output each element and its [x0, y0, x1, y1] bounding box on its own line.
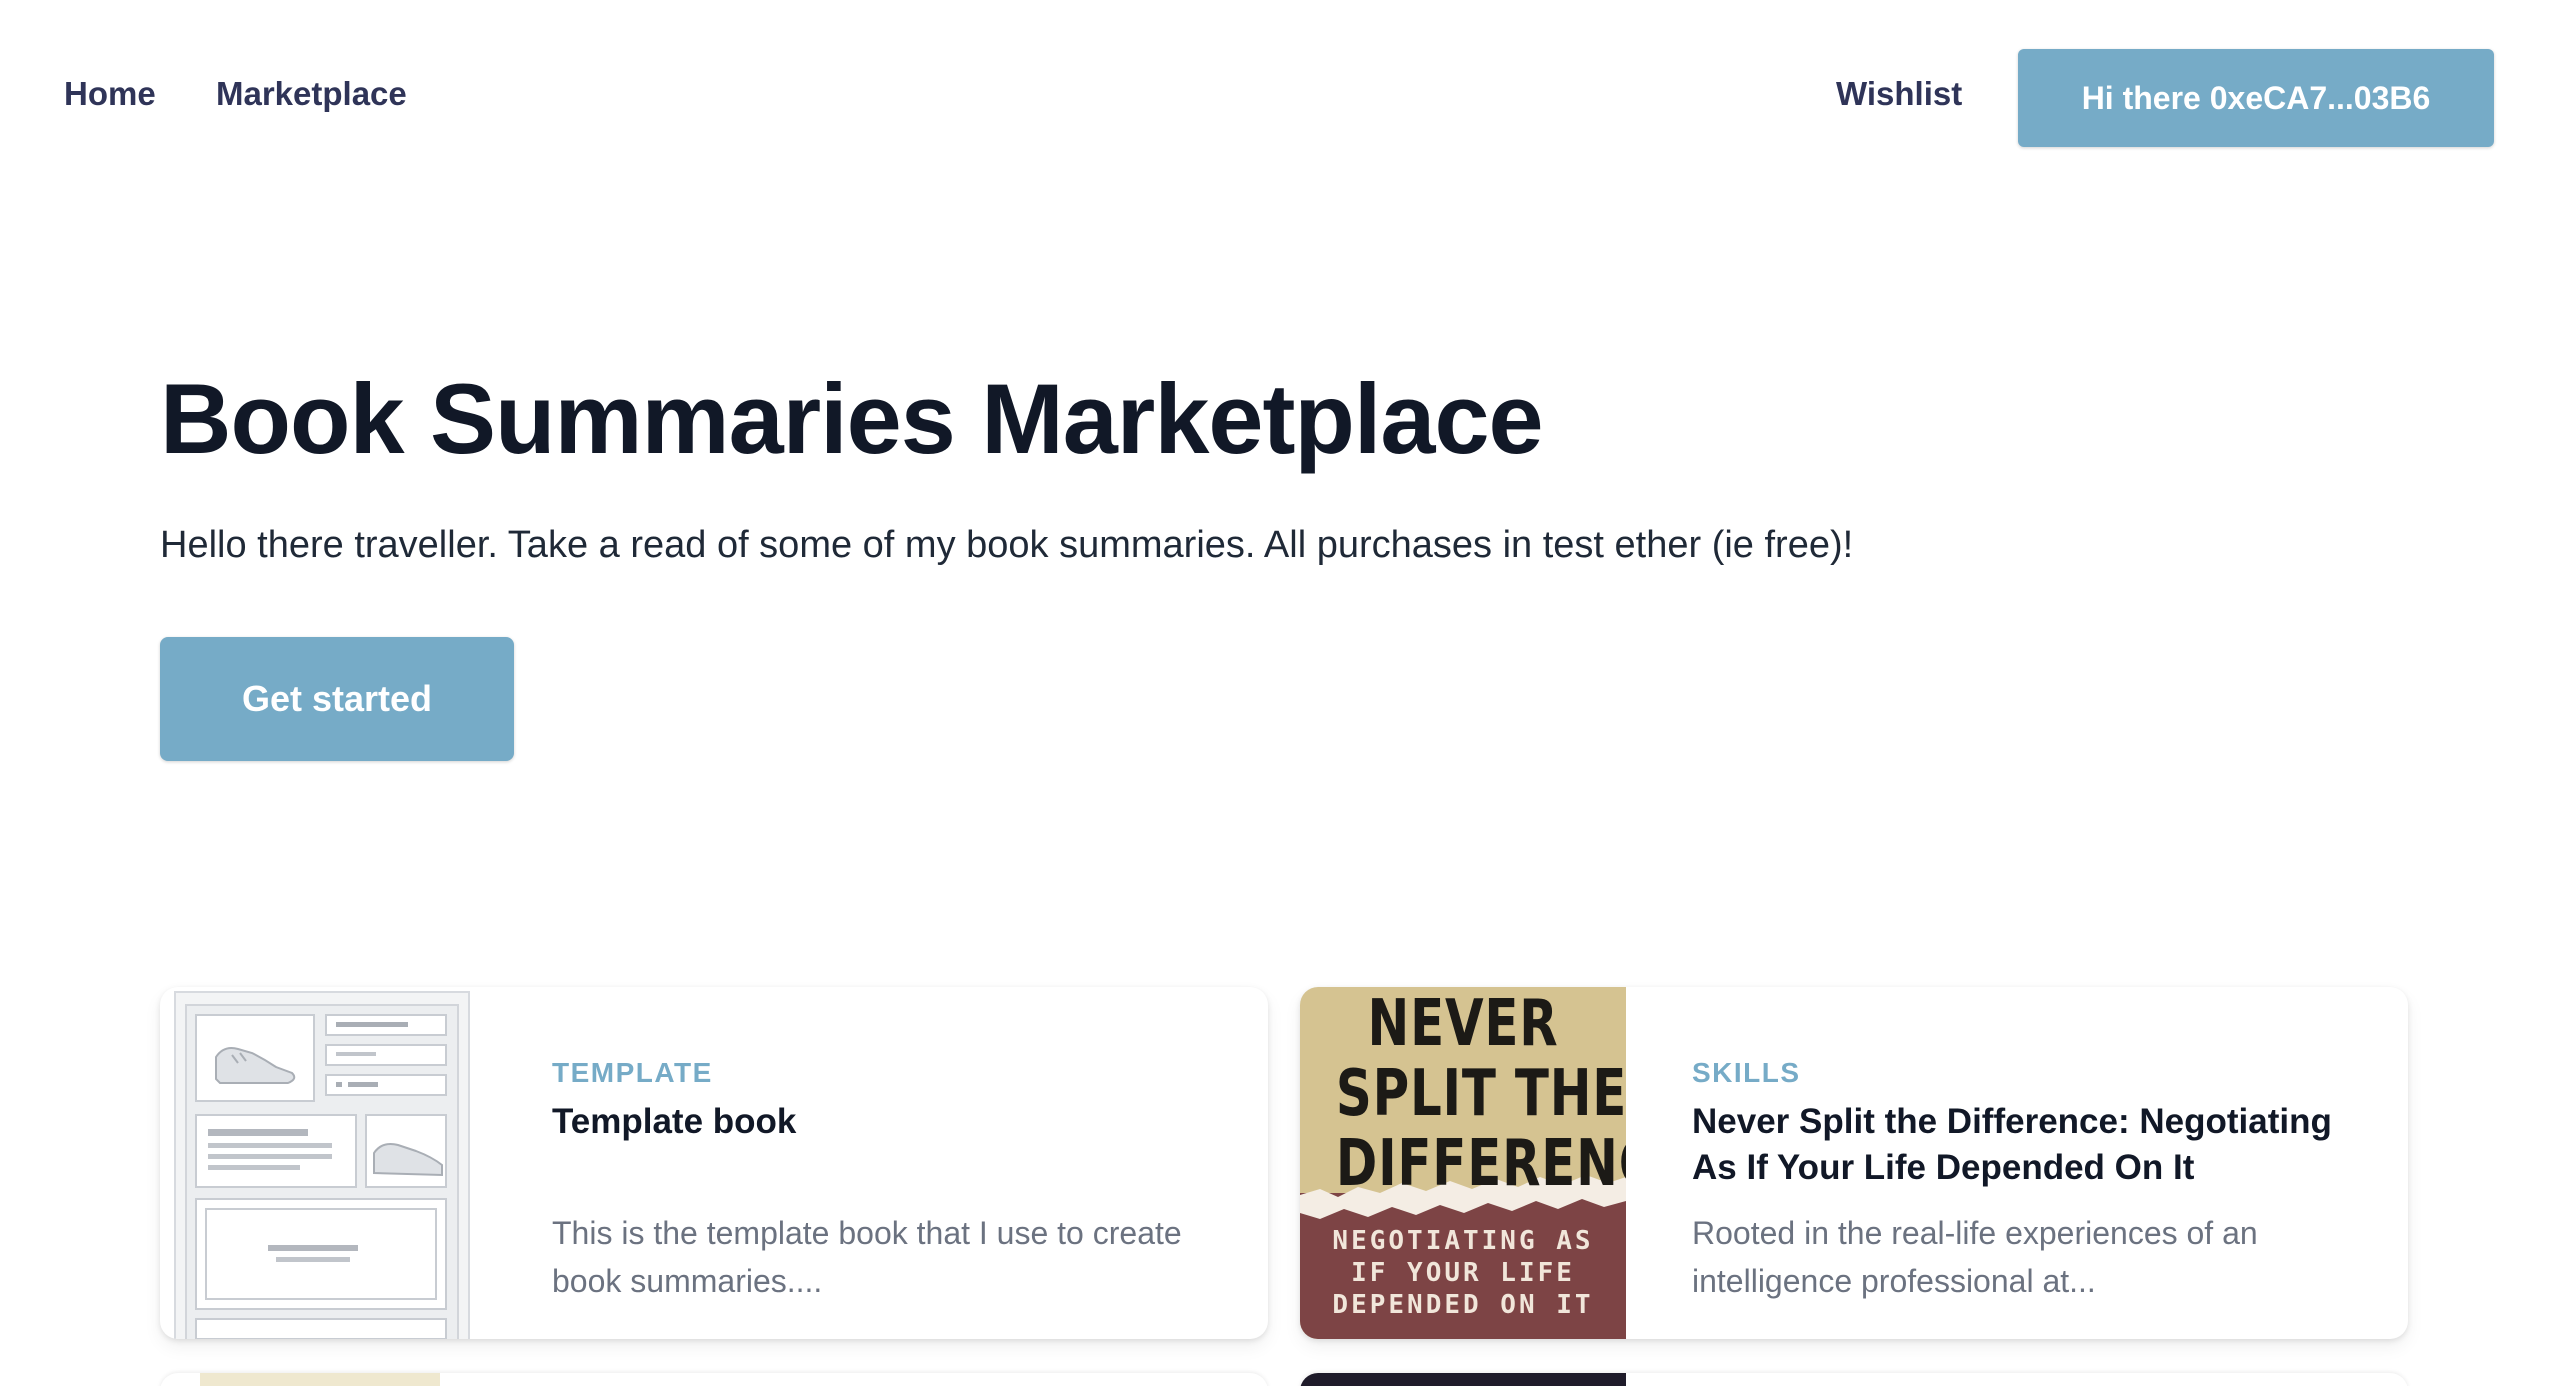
- account-button[interactable]: Hi there 0xeCA7...03B6: [2018, 49, 2494, 147]
- cover-title-line: SPLIT THE: [1335, 1057, 1626, 1131]
- book-cover-image: NEVER SPLIT THE DIFFERENCE NEGOTIATING A…: [1300, 987, 1626, 1339]
- book-card-next-right[interactable]: [1300, 1373, 2408, 1386]
- card-category: TEMPLATE: [552, 1057, 713, 1088]
- cover-subtitle: NEGOTIATING AS IF YOUR LIFE DEPENDED ON …: [1300, 1225, 1626, 1321]
- book-card-never-split-the-difference[interactable]: NEVER SPLIT THE DIFFERENCE NEGOTIATING A…: [1300, 987, 2408, 1339]
- card-body: TEMPLATE Template book This is the templ…: [552, 987, 1208, 1339]
- cover-subtitle-line: DEPENDED ON IT: [1332, 1290, 1594, 1320]
- nav-marketplace-link[interactable]: Marketplace: [216, 75, 407, 113]
- page: Home Marketplace Wishlist Hi there 0xeCA…: [0, 0, 2560, 1386]
- page-title: Book Summaries Marketplace: [160, 363, 1544, 474]
- cover-title-line: DIFFERENCE: [1335, 1127, 1626, 1201]
- template-thumbnail-image: [160, 987, 486, 1339]
- book-card-template[interactable]: TEMPLATE Template book This is the templ…: [160, 987, 1268, 1339]
- cover-subtitle-line: IF YOUR LIFE: [1351, 1258, 1575, 1288]
- card-title[interactable]: Template book: [552, 1099, 1208, 1145]
- card-title[interactable]: Never Split the Difference: Negotiating …: [1692, 1099, 2348, 1191]
- book-cover-image: [1300, 1373, 1626, 1386]
- cover-title: NEVER SPLIT THE DIFFERENCE: [1335, 987, 1626, 1201]
- card-description: This is the template book that I use to …: [552, 1215, 1182, 1299]
- book-card-next-left[interactable]: [160, 1373, 1268, 1386]
- nav-wishlist-link[interactable]: Wishlist: [1836, 75, 1962, 113]
- wireframe-illustration: [185, 1004, 459, 1339]
- nav-home-link[interactable]: Home: [64, 75, 156, 113]
- card-body: SKILLS Never Split the Difference: Negot…: [1692, 987, 2348, 1339]
- get-started-button[interactable]: Get started: [160, 637, 514, 761]
- hero-subtitle: Hello there traveller. Take a read of so…: [160, 524, 1854, 566]
- top-navigation: Home Marketplace Wishlist Hi there 0xeCA…: [0, 0, 2560, 200]
- book-cover-image: [200, 1373, 440, 1386]
- card-category: SKILLS: [1692, 1057, 1801, 1088]
- cover-subtitle-line: NEGOTIATING AS: [1332, 1226, 1594, 1256]
- wireframe-image: [174, 991, 470, 1339]
- card-description: Rooted in the real-life experiences of a…: [1692, 1215, 2258, 1299]
- cover-title-line: NEVER: [1367, 987, 1559, 1061]
